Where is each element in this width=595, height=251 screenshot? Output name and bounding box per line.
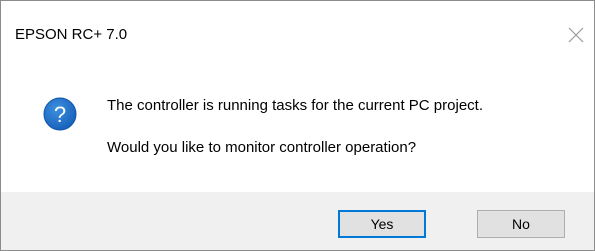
question-icon: ?	[43, 97, 77, 131]
button-bar: Yes No	[1, 192, 594, 250]
yes-button[interactable]: Yes	[338, 210, 426, 238]
message-text-line-2: Would you like to monitor controller ope…	[107, 139, 417, 156]
no-button[interactable]: No	[477, 210, 565, 238]
svg-text:?: ?	[54, 102, 66, 127]
message-text-line-1: The controller is running tasks for the …	[107, 97, 483, 114]
close-button[interactable]	[564, 23, 588, 47]
close-icon	[568, 27, 584, 43]
message-dialog: EPSON RC+ 7.0 ? The controller is runnin	[0, 0, 595, 251]
title-bar: EPSON RC+ 7.0	[1, 1, 594, 61]
dialog-content: ? The controller is running tasks for th…	[1, 61, 594, 192]
dialog-title: EPSON RC+ 7.0	[15, 26, 128, 43]
